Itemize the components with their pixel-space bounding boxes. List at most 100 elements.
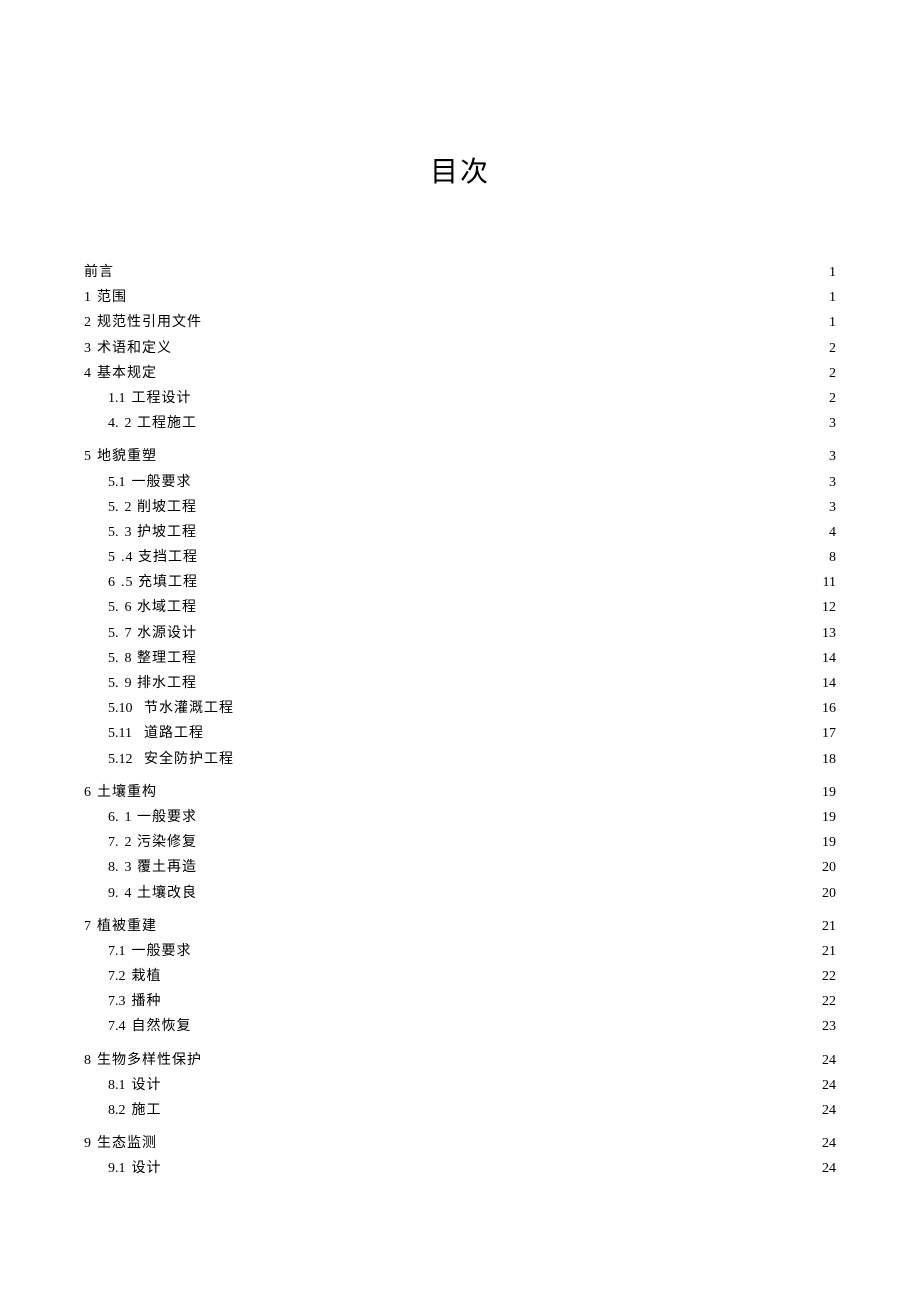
- toc-entry-label: 7 水源设计: [125, 621, 198, 646]
- toc-entry-page: 19: [818, 780, 836, 805]
- toc-entry-number: 5.12: [108, 747, 138, 772]
- toc-entry-number: 8.: [108, 855, 119, 880]
- toc-entry: 1.1工程设计2: [84, 386, 836, 411]
- toc-entry-page: 4: [818, 520, 836, 545]
- toc-entry: 5.12安全防护工程18: [84, 747, 836, 772]
- toc-entry-number: 7.2: [108, 964, 126, 989]
- toc-entry-label: 基本规定: [97, 361, 157, 386]
- toc-entry-label: 规范性引用文件: [97, 310, 202, 335]
- toc-entry-page: 22: [818, 989, 836, 1014]
- toc-entry-page: 19: [818, 805, 836, 830]
- toc-entry-page: 23: [818, 1014, 836, 1039]
- toc-entry-leader: [166, 966, 815, 980]
- toc-entry-leader: [201, 497, 814, 511]
- toc-entry-label: .5 充填工程: [121, 570, 198, 595]
- toc-entry-leader: [201, 623, 814, 637]
- toc-entry-page: 14: [818, 646, 836, 671]
- toc-entry: 8.3 覆土再造20: [84, 855, 836, 880]
- toc-entry-leader: [161, 446, 814, 460]
- toc-entry-page: 3: [818, 411, 836, 436]
- document-page: 目次 前言11范围12规范性引用文件13术语和定义24基本规定21.1工程设计2…: [0, 0, 920, 1242]
- toc-entry-page: 21: [818, 939, 836, 964]
- toc-entry-page: 3: [818, 495, 836, 520]
- toc-entry-page: 24: [818, 1098, 836, 1123]
- toc-entry-number: 7.4: [108, 1014, 126, 1039]
- toc-entry-label: 范围: [97, 285, 127, 310]
- toc-entry: 8.1设计24: [84, 1073, 836, 1098]
- toc-entry: 1范围1: [84, 285, 836, 310]
- toc-entry-label: 前言: [84, 260, 114, 285]
- toc-entry: 6土壤重构19: [84, 780, 836, 805]
- toc-entry-leader: [161, 363, 814, 377]
- toc-entry-number: 5: [84, 444, 91, 469]
- toc-entry-leader: [166, 1075, 815, 1089]
- toc-entry-number: 5.: [108, 671, 119, 696]
- toc-entry-leader: [196, 472, 815, 486]
- toc-entry-number: 5.: [108, 621, 119, 646]
- toc-entry: 5.8 整理工程14: [84, 646, 836, 671]
- toc-entry-leader: [161, 782, 814, 796]
- toc-entry-page: 1: [818, 310, 836, 335]
- toc-entry-leader: [166, 991, 815, 1005]
- toc-entry: 7.3播种22: [84, 989, 836, 1014]
- toc-entry-number: 9: [84, 1131, 91, 1156]
- toc-entry: 6.5 充填工程 11: [84, 570, 836, 595]
- toc-entry-page: 24: [818, 1156, 836, 1181]
- toc-entry: 5.6 水域工程12: [84, 595, 836, 620]
- toc-entry-label: 4 土壤改良: [125, 881, 198, 906]
- toc-entry-number: 7.1: [108, 939, 126, 964]
- toc-entry-number: 4: [84, 361, 91, 386]
- toc-entry-number: 6.: [108, 805, 119, 830]
- toc-entry: 5.1一般要求3: [84, 470, 836, 495]
- toc-entry-page: 1: [818, 260, 836, 285]
- toc-entry-leader: [238, 749, 814, 763]
- toc-entry-page: 24: [818, 1073, 836, 1098]
- toc-entry-label: 9 排水工程: [125, 671, 198, 696]
- toc-entry-number: 5.11: [108, 721, 138, 746]
- toc-entry: 5.3 护坡工程4: [84, 520, 836, 545]
- toc-entry-leader: [201, 522, 814, 536]
- toc-entry: 4.2 工程施工3: [84, 411, 836, 436]
- toc-entry-label: 设计: [132, 1156, 162, 1181]
- toc-entry-number: 6: [108, 570, 115, 595]
- toc-entry-leader: [238, 698, 814, 712]
- toc-entry-leader: [206, 1050, 814, 1064]
- toc-entry-label: 3 覆土再造: [125, 855, 198, 880]
- toc-entry-page: 8: [818, 545, 836, 570]
- toc-entry-number: 5.: [108, 646, 119, 671]
- toc-entry-page: 16: [818, 696, 836, 721]
- toc-entry-label: 生物多样性保护: [97, 1048, 202, 1073]
- toc-entry-page: 2: [818, 386, 836, 411]
- toc-entry-leader: [176, 338, 814, 352]
- toc-entry: 5.7 水源设计 13: [84, 621, 836, 646]
- toc-entry: 5.2 削坡工程3: [84, 495, 836, 520]
- toc-entry-label: 自然恢复: [132, 1014, 192, 1039]
- toc-entry-page: 2: [818, 336, 836, 361]
- toc-entry: 5地貌重塑3: [84, 444, 836, 469]
- toc-entry-page: 13: [818, 621, 836, 646]
- toc-entry: 9.4 土壤改良 20: [84, 881, 836, 906]
- toc-entry-page: 19: [818, 830, 836, 855]
- toc-entry: 5.9 排水工程14: [84, 671, 836, 696]
- toc-entry-leader: [196, 941, 815, 955]
- toc-entry-number: 5.10: [108, 696, 138, 721]
- toc-entry-number: 8.1: [108, 1073, 126, 1098]
- toc-entry-page: 20: [818, 881, 836, 906]
- toc-entry: 9生态监测24: [84, 1131, 836, 1156]
- table-of-contents: 前言11范围12规范性引用文件13术语和定义24基本规定21.1工程设计24.2…: [84, 260, 836, 1182]
- toc-entry-page: 2: [818, 361, 836, 386]
- toc-entry-page: 24: [818, 1048, 836, 1073]
- toc-entry-label: 工程设计: [132, 386, 192, 411]
- toc-entry: 7.1一般要求21: [84, 939, 836, 964]
- toc-entry-label: 施工: [132, 1098, 162, 1123]
- toc-entry-label: 生态监测: [97, 1131, 157, 1156]
- toc-entry-number: 3: [84, 336, 91, 361]
- toc-entry-number: 7.3: [108, 989, 126, 1014]
- toc-entry-label: 2 工程施工: [125, 411, 198, 436]
- toc-entry-label: 2 污染修复: [125, 830, 198, 855]
- toc-entry-leader: [161, 1133, 814, 1147]
- toc-entry-label: 2 削坡工程: [125, 495, 198, 520]
- toc-entry: 6.1 一般要求19: [84, 805, 836, 830]
- toc-entry-page: 11: [818, 570, 836, 595]
- toc-entry-number: 9.: [108, 881, 119, 906]
